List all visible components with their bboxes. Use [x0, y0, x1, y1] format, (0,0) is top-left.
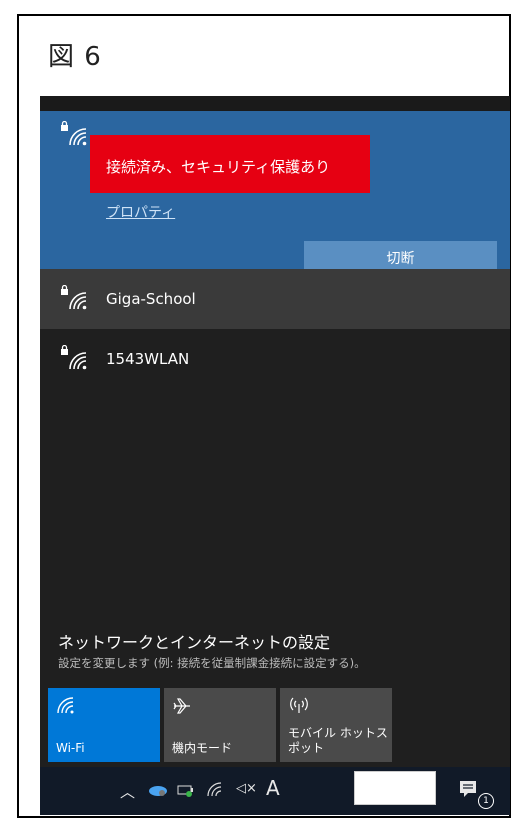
notification-center-icon[interactable] [458, 779, 478, 799]
battery-icon[interactable] [177, 783, 195, 797]
tile-label: モバイル ホットス ポット [288, 726, 388, 755]
mobile-hotspot-tile[interactable]: モバイル ホットス ポット [280, 688, 392, 762]
wifi-icon [57, 697, 74, 714]
wifi-icon[interactable] [206, 781, 224, 797]
network-item-giga-school[interactable]: Giga-School [40, 269, 510, 329]
flyout-top-bar [40, 96, 510, 111]
connection-status: 接続済み、セキュリティ保護あり [106, 158, 331, 176]
hotspot-icon [290, 697, 308, 713]
onedrive-icon[interactable] [148, 783, 168, 797]
network-settings-description: 設定を変更します (例: 接続を従量制課金接続に設定する)。 [58, 656, 366, 670]
notification-count-badge: 1 [478, 793, 494, 809]
tile-label: 機内モード [172, 741, 233, 755]
network-flyout: 接続済み、セキュリティ保護あり プロパティ 切断 Giga-School 154… [40, 96, 510, 767]
chevron-up-icon[interactable]: ︿ [120, 781, 135, 802]
network-item-1543wlan[interactable]: 1543WLAN [40, 329, 510, 389]
network-name: Giga-School [106, 290, 196, 308]
properties-link[interactable]: プロパティ [106, 202, 175, 222]
airplane-icon [173, 698, 190, 714]
network-name: 1543WLAN [106, 350, 190, 368]
secured-wifi-icon [61, 285, 87, 310]
volume-muted-icon[interactable]: ◁× [236, 781, 257, 796]
blank-box [354, 771, 436, 805]
network-settings-link[interactable]: ネットワークとインターネットの設定 [58, 629, 330, 653]
airplane-mode-tile[interactable]: 機内モード [164, 688, 276, 762]
taskbar: ︿ ◁× A 1 [40, 767, 510, 815]
figure-label: 図 6 [48, 42, 102, 72]
wifi-toggle-tile[interactable]: Wi-Fi [48, 688, 160, 762]
connected-network[interactable]: 接続済み、セキュリティ保護あり プロパティ 切断 [40, 111, 510, 275]
secured-wifi-icon [61, 345, 87, 370]
tile-label: Wi-Fi [56, 741, 85, 755]
secured-wifi-icon [61, 121, 87, 146]
ime-indicator[interactable]: A [266, 776, 280, 800]
